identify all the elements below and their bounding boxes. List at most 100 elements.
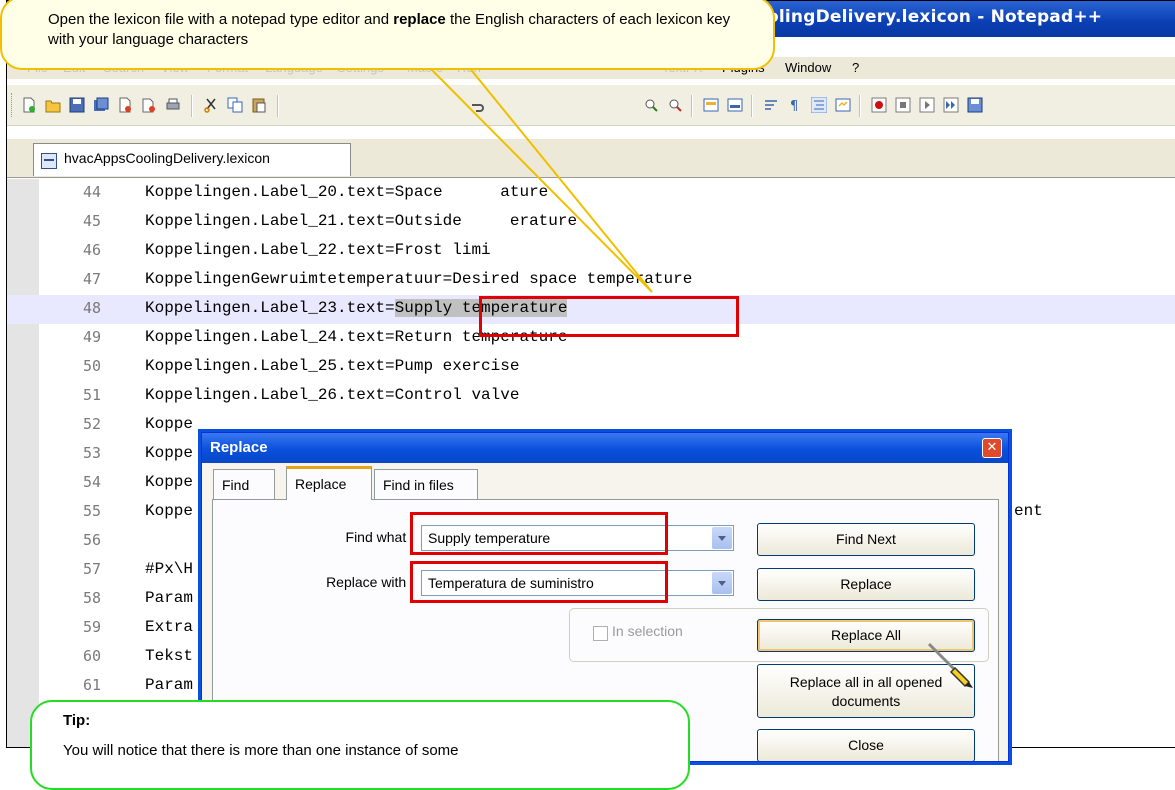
close-all-icon[interactable] — [141, 97, 157, 113]
close-icon[interactable]: ✕ — [982, 438, 1002, 458]
line-text: Extra — [145, 618, 194, 636]
highlight-box-find-what — [410, 512, 668, 555]
line-text: Param — [145, 589, 194, 607]
sync-vertical-icon[interactable] — [703, 97, 719, 113]
line-text: Koppelingen.Label_20.text=Space ature — [145, 183, 549, 201]
line-number: 50 — [82, 357, 101, 375]
line-text: Koppe — [145, 415, 194, 433]
editor-line[interactable]: 44 Koppelingen.Label_20.text=Space ature — [7, 179, 1175, 208]
zoom-out-icon[interactable] — [667, 97, 683, 113]
instruction-text-before: Open the lexicon file with a notepad typ… — [48, 11, 394, 28]
line-text: Koppelingen.Label_22.text=Frost limi — [145, 241, 491, 259]
chevron-down-icon[interactable] — [712, 527, 732, 549]
line-number: 58 — [82, 589, 101, 607]
toolbar-separator — [191, 95, 193, 117]
tip-body: You will notice that there is more than … — [63, 742, 459, 759]
menu-window[interactable]: Window — [785, 60, 831, 75]
menu-help[interactable]: ? — [852, 60, 859, 75]
line-number: 51 — [82, 386, 101, 404]
line-text-before: Koppelingen.Label_23.text= — [145, 299, 395, 317]
window-title: olingDelivery.lexicon - Notepad++ — [767, 7, 1103, 27]
paste-icon[interactable] — [251, 97, 267, 113]
macro-run-multiple-icon[interactable] — [943, 97, 959, 113]
line-text: Param — [145, 676, 194, 694]
toolbar-separator — [691, 95, 693, 117]
undo-icon[interactable] — [469, 97, 485, 113]
line-number: 54 — [82, 473, 101, 491]
line-text: Koppe — [145, 444, 194, 462]
line-text: #Px\H — [145, 560, 194, 578]
line-number: 59 — [82, 618, 101, 636]
line-text-suffix: ent — [1014, 502, 1043, 520]
macro-stop-icon[interactable] — [895, 97, 911, 113]
tab-replace[interactable]: Replace — [286, 466, 372, 500]
show-all-chars-icon[interactable]: ¶ — [787, 97, 803, 113]
open-file-icon[interactable] — [45, 97, 61, 113]
toolbar: ¶ — [7, 85, 1175, 126]
macro-save-icon[interactable] — [967, 97, 983, 113]
editor-line[interactable]: 47 KoppelingenGewruimtetemperatuur=Desire… — [7, 266, 1175, 295]
tab-find[interactable]: Find — [213, 469, 275, 499]
find-what-label: Find what : — [345, 529, 414, 545]
save-all-icon[interactable] — [93, 97, 109, 113]
editor-line[interactable]: 45 Koppelingen.Label_21.text=Outside erat… — [7, 208, 1175, 237]
chevron-down-icon[interactable] — [712, 572, 732, 594]
toolbar-separator — [751, 95, 753, 117]
highlight-box-selection — [479, 296, 739, 337]
macro-play-icon[interactable] — [919, 97, 935, 113]
save-icon[interactable] — [69, 97, 85, 113]
mouse-cursor-icon — [927, 642, 973, 688]
replace-all-opened-label-1: Replace all in all opened — [789, 674, 943, 690]
toolbar-grip[interactable] — [11, 93, 15, 117]
svg-text:¶: ¶ — [790, 99, 798, 113]
line-text: Koppelingen.Label_25.text=Pump exercise — [145, 357, 520, 375]
close-button[interactable]: Close — [757, 729, 975, 761]
dialog-title: Replace — [210, 439, 268, 456]
instruction-text: Open the lexicon file with a notepad typ… — [48, 10, 748, 50]
line-number: 49 — [82, 328, 101, 346]
tab-find-in-files[interactable]: Find in files — [374, 469, 478, 499]
line-number: 52 — [82, 415, 101, 433]
dialog-title-bar[interactable]: Replace ✕ — [202, 433, 1008, 463]
document-map-icon[interactable] — [835, 97, 851, 113]
sync-horizontal-icon[interactable] — [727, 97, 743, 113]
line-text: Koppelingen.Label_21.text=Outside eratur… — [145, 212, 578, 230]
line-number: 47 — [82, 270, 101, 288]
tip-title: Tip: — [63, 712, 91, 729]
saved-file-icon — [41, 153, 57, 169]
copy-icon[interactable] — [227, 97, 243, 113]
line-number: 60 — [82, 647, 101, 665]
indent-guide-icon[interactable] — [811, 97, 827, 113]
line-number: 48 — [82, 299, 101, 317]
line-text: Koppe — [145, 473, 194, 491]
line-text: Koppe — [145, 502, 194, 520]
editor-line[interactable]: 46 Koppelingen.Label_22.text=Frost limi — [7, 237, 1175, 266]
macro-record-icon[interactable] — [871, 97, 887, 113]
line-number: 53 — [82, 444, 101, 462]
replace-all-opened-label-2: documents — [831, 693, 901, 709]
toolbar-separator — [859, 95, 861, 117]
editor-line[interactable]: 50 Koppelingen.Label_25.text=Pump exercis… — [7, 353, 1175, 382]
cut-icon[interactable] — [203, 97, 219, 113]
print-icon[interactable] — [165, 97, 181, 113]
line-number: 57 — [82, 560, 101, 578]
line-number: 61 — [82, 676, 101, 694]
document-tab[interactable]: hvacAppsCoolingDelivery.lexicon — [33, 143, 351, 176]
line-number: 55 — [82, 502, 101, 520]
replace-button[interactable]: Replace — [757, 568, 975, 601]
line-text: KoppelingenGewruimtetemperatuur=Desired … — [145, 270, 693, 288]
document-tab-label: hvacAppsCoolingDelivery.lexicon — [64, 150, 270, 166]
line-number: 45 — [82, 212, 101, 230]
editor-line[interactable]: 51 Koppelingen.Label_26.text=Control valv… — [7, 382, 1175, 411]
highlight-box-replace-with — [410, 561, 668, 603]
new-file-icon[interactable] — [21, 97, 37, 113]
line-number: 46 — [82, 241, 101, 259]
close-file-icon[interactable] — [117, 97, 133, 113]
in-selection-checkbox[interactable] — [593, 626, 608, 641]
find-next-button[interactable]: Find Next — [757, 523, 975, 556]
zoom-in-icon[interactable] — [643, 97, 659, 113]
instruction-text-bold: replace — [393, 11, 446, 28]
line-number: 56 — [82, 531, 101, 549]
toolbar-separator — [277, 95, 279, 117]
word-wrap-icon[interactable] — [763, 97, 779, 113]
